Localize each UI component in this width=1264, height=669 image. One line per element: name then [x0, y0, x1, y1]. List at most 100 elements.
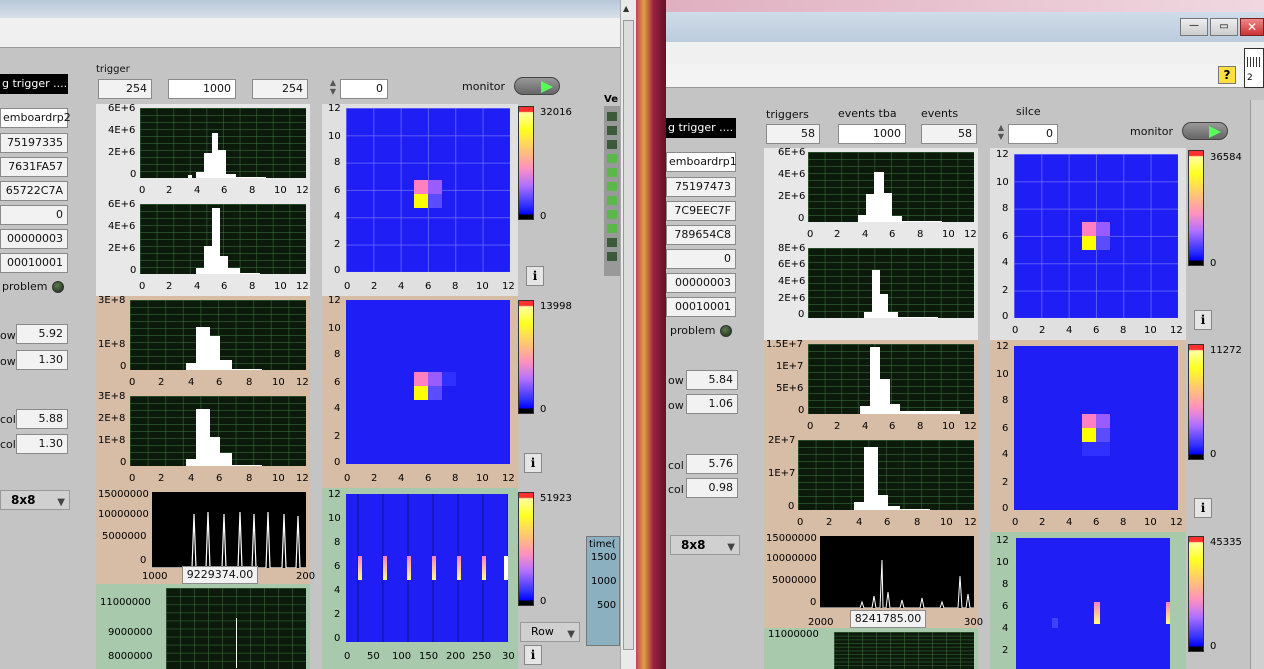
slice-spinner[interactable]: ▲ ▼ [328, 78, 338, 98]
heat-cell [457, 556, 461, 580]
hist-bar [880, 294, 888, 318]
events-tba-input[interactable]: 1000 [168, 79, 236, 99]
scroll-thumb[interactable] [623, 20, 634, 650]
heatmap-1 [346, 108, 510, 272]
hist-panel-4: 3E+8 2E+8 1E+8 0 0 2 4 6 8 10 12 [96, 392, 310, 488]
y-tick: 4 [1002, 257, 1009, 268]
y-tick: 5000000 [102, 531, 147, 542]
x-tick: 2 [158, 377, 165, 388]
row-select-value: Row [531, 625, 554, 638]
x-tick: 4 [862, 421, 869, 432]
info-button-2[interactable]: i [524, 453, 542, 473]
right-titlebar: — ▭ ✕ [666, 12, 1264, 42]
monitor-label: monitor [1130, 125, 1174, 138]
x-tick: 4 [398, 281, 405, 292]
stat-label-1: ow [668, 374, 684, 387]
y-tick: 0 [1002, 311, 1009, 322]
monitor-toggle[interactable] [514, 77, 560, 95]
x-tick: 4 [1066, 517, 1073, 528]
y-tick: 11000000 [768, 629, 819, 640]
help-icon[interactable]: ? [1218, 66, 1236, 84]
row-select[interactable]: Row ▼ [520, 622, 580, 642]
heat-cell [442, 372, 456, 386]
scroll-up-arrow[interactable]: ▲ [623, 4, 629, 13]
x-tick: 30 [502, 651, 515, 662]
heat-cell [1096, 236, 1110, 250]
hist-bar [232, 464, 262, 466]
hex-field-1: 75197335 [0, 133, 68, 153]
x-tick: 0 [797, 517, 804, 528]
colorbar-1 [1188, 150, 1204, 266]
x-tick: 8 [249, 185, 256, 196]
hist-bar [226, 173, 236, 178]
y-tick: 0 [1002, 503, 1009, 514]
timeseries-cursor-value[interactable]: 9229374.00 [182, 566, 258, 584]
x-tick: 150 [419, 651, 439, 662]
y-tick: 8 [334, 537, 341, 548]
y-tick: 2 [334, 239, 341, 250]
x-tick: 4 [1066, 325, 1073, 336]
hist-bar [228, 268, 240, 274]
monitor-toggle[interactable] [1182, 122, 1228, 140]
hist-bar [880, 379, 890, 414]
y-tick: 6 [1002, 231, 1009, 242]
timeseries-trace [820, 559, 974, 609]
x-tick: 10 [476, 281, 489, 292]
y-tick: 2 [1002, 645, 1009, 656]
x-tick: 4 [188, 377, 195, 388]
hist-plot-2 [808, 248, 974, 318]
info-button-2[interactable]: i [1194, 498, 1212, 518]
colorbar-min-label: 0 [1210, 449, 1217, 460]
hist-bar [892, 216, 902, 222]
x-tick: 6 [889, 229, 896, 240]
hist-bar [888, 505, 900, 510]
hist-bar [210, 336, 220, 370]
hist-bar [858, 215, 866, 222]
x-tick: 8 [246, 377, 253, 388]
y-tick: 8000000 [108, 651, 153, 662]
right-menubar [666, 42, 1264, 64]
hist-bar [196, 408, 210, 466]
hist-bar [240, 272, 260, 274]
x-tick: 2 [371, 281, 378, 292]
left-scrollbar[interactable]: ▲ [620, 0, 636, 669]
vi-icon[interactable]: 2 [1244, 48, 1264, 88]
y-tick: 1E+7 [776, 361, 804, 372]
events-label: events [921, 107, 959, 120]
y-tick: 0 [798, 213, 805, 224]
y-tick: 2E+8 [98, 413, 126, 424]
minimize-button[interactable]: — [1180, 18, 1208, 36]
timeseries-cursor-value[interactable]: 8241785.00 [850, 610, 926, 628]
info-button-1[interactable]: i [1194, 310, 1212, 330]
x-tick: 10 [1144, 325, 1157, 336]
side-led [607, 140, 617, 149]
slice-spinner[interactable]: ▲ ▼ [996, 123, 1006, 143]
slice-input[interactable]: 0 [340, 79, 388, 99]
y-tick: 2E+6 [778, 293, 806, 304]
y-tick: 10 [996, 369, 1009, 380]
maximize-button[interactable]: ▭ [1210, 18, 1238, 36]
heat-cell [407, 556, 411, 580]
heatmap-panel-1: 12 10 8 6 4 2 0 0 2 4 6 8 10 12 [990, 148, 1186, 340]
y-tick: 0 [798, 405, 805, 416]
close-button[interactable]: ✕ [1240, 18, 1264, 36]
x-tick: 4 [194, 185, 201, 196]
colorbar-2 [518, 300, 534, 414]
y-tick: 5E+6 [776, 383, 804, 394]
size-select[interactable]: 8x8 ▼ [670, 535, 740, 555]
x-tick: 2 [1039, 517, 1046, 528]
slice-input[interactable]: 0 [1008, 124, 1058, 144]
x-tick: 8 [1120, 325, 1127, 336]
info-button-3[interactable]: i [524, 645, 542, 665]
y-tick: 6 [334, 561, 341, 572]
events-tba-input[interactable]: 1000 [838, 124, 906, 144]
info-button-1[interactable]: i [526, 266, 544, 286]
size-select[interactable]: 8x8 ▼ [0, 490, 70, 510]
heat-cell [1052, 618, 1058, 628]
y-tick: 3E+8 [98, 391, 126, 402]
x-tick: 6 [221, 185, 228, 196]
x-tick: 2 [158, 473, 165, 484]
y-tick: 2E+7 [768, 435, 796, 446]
x-tick: 0 [1012, 517, 1019, 528]
y-tick: 4E+6 [778, 276, 806, 287]
